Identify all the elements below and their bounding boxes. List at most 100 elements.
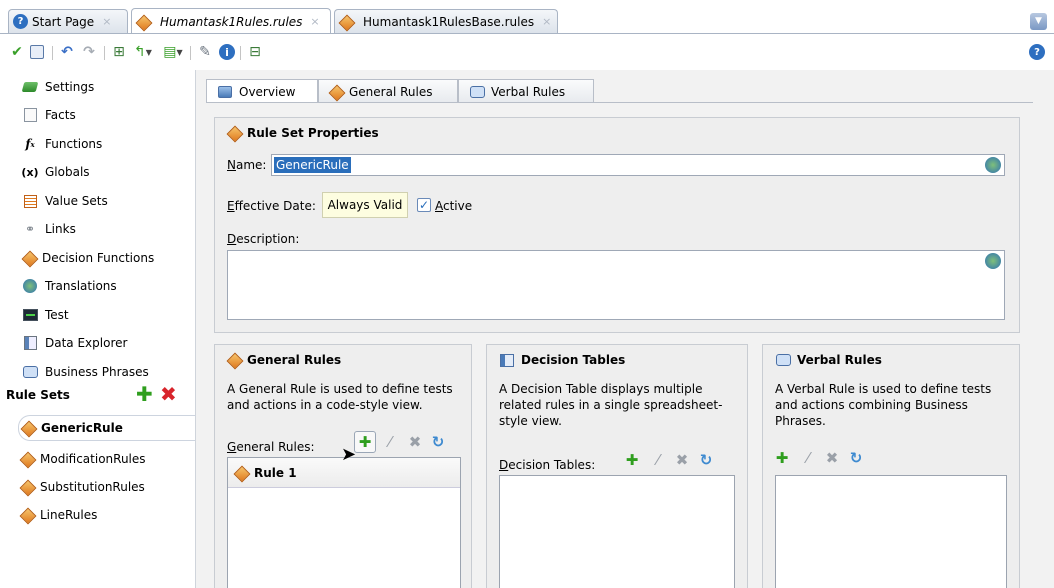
sidebar-item-settings[interactable]: Settings bbox=[21, 76, 94, 98]
rules-diamond-icon bbox=[227, 126, 241, 140]
translations-icon bbox=[22, 278, 38, 294]
rules-diamond-icon bbox=[21, 421, 35, 435]
add-item-icon[interactable]: ▤ ▼ bbox=[160, 42, 186, 62]
sidebar-item-decision-functions[interactable]: Decision Functions bbox=[22, 247, 154, 269]
tab-list-dropdown-icon[interactable]: ▼ bbox=[1030, 13, 1047, 30]
rules-diamond-icon bbox=[227, 353, 241, 367]
info-icon[interactable]: i bbox=[218, 42, 236, 62]
mnemonic: G bbox=[227, 440, 237, 454]
sidebar-item-business-phrases[interactable]: Business Phrases bbox=[22, 361, 149, 383]
redo-icon[interactable]: ↷ bbox=[80, 42, 98, 62]
overview-panel: Rule Set Properties Name: GenericRule Ef… bbox=[206, 102, 1033, 588]
delete-icon[interactable]: ✖ bbox=[406, 434, 424, 452]
insert-icon[interactable]: ↰ ▼ bbox=[130, 42, 156, 62]
sidebar-item-translations[interactable]: Translations bbox=[22, 275, 117, 297]
rule-set-genericrule[interactable]: GenericRule bbox=[18, 415, 196, 441]
label-text: ctive bbox=[443, 199, 473, 213]
close-icon[interactable]: × bbox=[310, 15, 319, 28]
refresh-icon[interactable]: ↻ bbox=[429, 434, 447, 452]
tab-general-rules[interactable]: General Rules bbox=[318, 79, 458, 103]
verbal-rules-title: Verbal Rules bbox=[775, 353, 882, 367]
description-field[interactable] bbox=[227, 250, 1005, 320]
delete-icon[interactable]: ✖ bbox=[823, 450, 841, 468]
effective-date-field[interactable]: Always Valid bbox=[322, 192, 408, 218]
rules-diamond-icon bbox=[136, 15, 150, 29]
sidebar-item-label: Translations bbox=[45, 279, 117, 293]
sidebar-item-facts[interactable]: Facts bbox=[22, 104, 76, 126]
verbal-rules-description: A Verbal Rule is used to define tests an… bbox=[775, 382, 992, 428]
general-rules-list: Rule 1 bbox=[227, 457, 461, 588]
translate-icon[interactable] bbox=[985, 253, 1001, 269]
refresh-icon[interactable]: ↻ bbox=[697, 452, 715, 470]
help-icon[interactable]: ? bbox=[1028, 42, 1046, 62]
sidebar-item-value-sets[interactable]: Value Sets bbox=[22, 190, 108, 212]
sidebar-item-label: Decision Functions bbox=[42, 251, 155, 265]
close-icon[interactable]: × bbox=[102, 15, 111, 28]
sidebar-item-data-explorer[interactable]: Data Explorer bbox=[22, 332, 127, 354]
name-value: GenericRule bbox=[274, 157, 351, 173]
undo-icon[interactable]: ↶ bbox=[58, 42, 76, 62]
sidebar-item-label: Test bbox=[45, 308, 69, 322]
rules-diamond-icon bbox=[339, 15, 353, 29]
verbal-rules-box: Verbal Rules A Verbal Rule is used to de… bbox=[762, 344, 1020, 588]
facts-icon bbox=[22, 107, 38, 123]
business-phrases-icon bbox=[22, 364, 38, 380]
name-field[interactable]: GenericRule bbox=[271, 154, 1005, 176]
decision-table-icon bbox=[499, 353, 515, 367]
label-text: escription: bbox=[236, 232, 300, 246]
translate-icon[interactable] bbox=[985, 157, 1001, 173]
toolbar: ✔ ↶ ↷ ⊞ ↰ ▼ ▤ ▼ ✎ i ⊟ ? bbox=[0, 36, 1054, 68]
add-rule-icon[interactable]: ✚ bbox=[354, 431, 376, 453]
close-icon[interactable]: × bbox=[542, 15, 551, 28]
sidebar-item-links[interactable]: ⚭ Links bbox=[22, 218, 76, 240]
verbal-rules-list bbox=[775, 475, 1007, 588]
links-icon: ⚭ bbox=[24, 222, 36, 236]
edit-pencil-icon[interactable]: ⁄ bbox=[381, 434, 399, 452]
delete-rule-set-icon[interactable]: ✖ bbox=[160, 384, 177, 404]
verbal-rules-icon bbox=[775, 353, 791, 367]
mnemonic: N bbox=[227, 158, 236, 172]
tab-start-page[interactable]: ? Start Page × bbox=[8, 9, 128, 33]
rules-diamond-icon bbox=[20, 480, 34, 494]
rule-set-label: GenericRule bbox=[41, 421, 123, 435]
active-checkbox[interactable]: ✓ bbox=[417, 198, 431, 212]
toolbar-separator bbox=[52, 46, 53, 60]
rule-set-modificationrules[interactable]: ModificationRules bbox=[20, 446, 146, 472]
wrench-icon[interactable]: ✎ bbox=[196, 42, 214, 62]
sidebar-item-label: Links bbox=[45, 222, 76, 236]
tab-label: Humantask1Rules.rules bbox=[160, 14, 303, 29]
sidebar-item-label: Functions bbox=[45, 137, 103, 151]
add-decision-table-icon[interactable]: ✚ bbox=[623, 452, 641, 470]
rule-set-properties-title: Rule Set Properties bbox=[227, 126, 379, 140]
rule-set-linerules[interactable]: LineRules bbox=[20, 502, 97, 528]
delete-icon[interactable]: ✖ bbox=[673, 452, 691, 470]
sidebar-item-label: Globals bbox=[45, 165, 90, 179]
edit-pencil-icon[interactable]: ⁄ bbox=[799, 450, 817, 468]
tab-label: Start Page bbox=[32, 14, 95, 29]
section-title: Verbal Rules bbox=[797, 353, 882, 367]
collapse-tree-icon[interactable]: ⊟ bbox=[246, 42, 264, 62]
add-rule-set-icon[interactable]: ✚ bbox=[136, 384, 153, 404]
decision-tables-list-label: Decision Tables: bbox=[499, 458, 595, 472]
edit-pencil-icon[interactable]: ⁄ bbox=[649, 452, 667, 470]
tab-humantask1rulesbase[interactable]: Humantask1RulesBase.rules × bbox=[334, 9, 558, 33]
tab-verbal-rules[interactable]: Verbal Rules bbox=[458, 79, 594, 103]
save-icon[interactable] bbox=[28, 42, 46, 62]
sidebar-item-functions[interactable]: fx Functions bbox=[22, 133, 102, 155]
rule-set-label: LineRules bbox=[40, 508, 98, 522]
sidebar-item-test[interactable]: Test bbox=[22, 304, 69, 326]
add-verbal-rule-icon[interactable]: ✚ bbox=[773, 450, 791, 468]
rule-set-substitutionrules[interactable]: SubstitutionRules bbox=[20, 474, 145, 500]
sidebar-item-globals[interactable]: (x) Globals bbox=[21, 161, 90, 183]
decision-tables-description: A Decision Table displays multiple relat… bbox=[499, 382, 723, 428]
overview-icon bbox=[217, 85, 233, 99]
expand-tree-icon[interactable]: ⊞ bbox=[110, 42, 128, 62]
general-rules-box: General Rules A General Rule is used to … bbox=[214, 344, 472, 588]
tab-humantask1rules[interactable]: Humantask1Rules.rules × bbox=[131, 8, 331, 34]
tab-overview[interactable]: Overview bbox=[206, 79, 318, 104]
refresh-icon[interactable]: ↻ bbox=[847, 450, 865, 468]
validate-checkmark-icon[interactable]: ✔ bbox=[8, 42, 26, 62]
mnemonic: A bbox=[435, 199, 443, 213]
decision-tables-box: Decision Tables A Decision Table display… bbox=[486, 344, 748, 588]
tab-label: Verbal Rules bbox=[491, 84, 566, 99]
